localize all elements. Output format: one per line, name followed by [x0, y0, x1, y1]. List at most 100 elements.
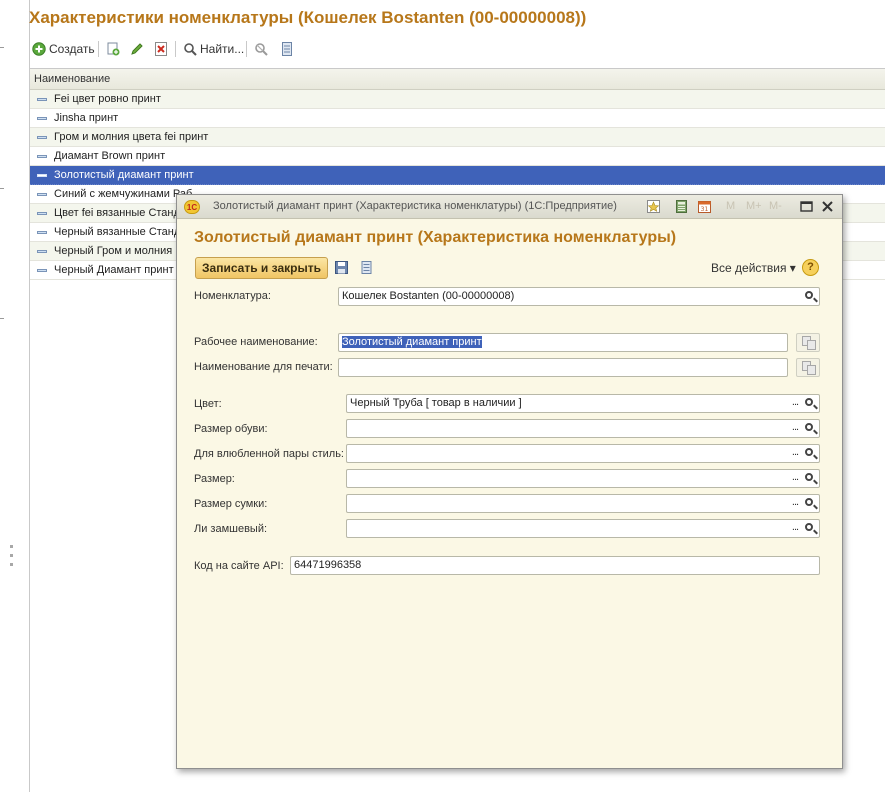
- item-dash-icon: [37, 269, 47, 272]
- nomenclature-value: Кошелек Bostanten (00-00000008): [342, 290, 515, 302]
- item-dash-icon: [37, 155, 47, 158]
- nomenclature-field[interactable]: Кошелек Bostanten (00-00000008): [338, 287, 820, 306]
- plus-circle-icon: [32, 42, 46, 56]
- couple-style-field[interactable]: ...: [346, 444, 820, 463]
- add-copy-icon: [106, 42, 120, 56]
- choose-dots-button[interactable]: ...: [787, 471, 803, 487]
- item-dash-icon: [37, 212, 47, 215]
- column-header-name[interactable]: Наименование: [30, 69, 885, 90]
- delete-x-icon: [154, 42, 168, 56]
- item-dash-icon: [37, 231, 47, 234]
- cancel-search-button[interactable]: [254, 39, 268, 59]
- edit-button[interactable]: [130, 39, 144, 59]
- app-logo-icon: 1С: [184, 200, 200, 214]
- dialog-titlebar[interactable]: 1С Золотистый диамант принт (Характерист…: [177, 195, 842, 219]
- suede-field[interactable]: ...: [346, 519, 820, 538]
- dialog-heading: Золотистый диамант принт (Характеристика…: [194, 229, 677, 246]
- item-dash-icon: [37, 250, 47, 253]
- toolbar-divider: [246, 41, 247, 57]
- shoe-size-field[interactable]: ...: [346, 419, 820, 438]
- delete-button[interactable]: [154, 39, 168, 59]
- strip-marker: [0, 318, 4, 319]
- suede-label: Ли замшевый:: [194, 523, 268, 535]
- memory-m-button[interactable]: M: [726, 200, 740, 213]
- list-settings-button[interactable]: [280, 39, 294, 59]
- shoe-size-label: Размер обуви:: [194, 423, 268, 435]
- find-label: Найти...: [200, 42, 245, 56]
- list-icon: [280, 42, 294, 56]
- choose-dots-button[interactable]: ...: [787, 496, 803, 512]
- row-label: Fei цвет ровно принт: [54, 93, 161, 105]
- find-button[interactable]: Найти...: [183, 39, 244, 59]
- search-icon[interactable]: [803, 446, 819, 462]
- all-actions-menu[interactable]: Все действия ▾: [711, 261, 796, 275]
- row-label: Диамант Brown принт: [54, 150, 166, 162]
- toolbar-divider: [175, 41, 176, 57]
- color-label: Цвет:: [194, 398, 222, 410]
- row-label: Черный Диамант принт: [54, 264, 174, 276]
- api-code-field[interactable]: 64471996358: [290, 556, 820, 575]
- bag-size-field[interactable]: ...: [346, 494, 820, 513]
- choose-dots-button[interactable]: ...: [787, 421, 803, 437]
- memory-minus-button[interactable]: M-: [769, 200, 789, 213]
- maximize-icon[interactable]: [800, 200, 813, 213]
- splitter-grip[interactable]: [10, 563, 13, 566]
- row-label: Черный вязанные Станд: [54, 226, 181, 238]
- choose-dots-button[interactable]: ...: [787, 396, 803, 412]
- search-icon[interactable]: [803, 471, 819, 487]
- search-icon: [183, 42, 197, 56]
- work-name-value: Золотистый диамант принт: [342, 336, 482, 348]
- copy-print-name-button[interactable]: [796, 358, 820, 377]
- list-row-selected[interactable]: Золотистый диамант принт: [30, 166, 885, 185]
- calculator-icon[interactable]: [675, 200, 688, 213]
- search-icon[interactable]: [803, 396, 819, 412]
- search-icon[interactable]: [803, 289, 819, 305]
- memory-plus-button[interactable]: M+: [746, 200, 766, 213]
- cancel-search-icon: [254, 42, 268, 56]
- characteristic-dialog: 1С Золотистый диамант принт (Характерист…: [176, 194, 843, 769]
- list-icon[interactable]: [360, 261, 373, 274]
- calendar-icon[interactable]: 31: [698, 200, 711, 213]
- copy-item-button[interactable]: [106, 39, 120, 59]
- search-icon[interactable]: [803, 496, 819, 512]
- left-panel-strip: [0, 0, 30, 792]
- strip-marker: [0, 47, 4, 48]
- list-row[interactable]: Jinsha принт: [30, 109, 885, 128]
- search-icon[interactable]: [803, 421, 819, 437]
- choose-dots-button[interactable]: ...: [787, 446, 803, 462]
- page-title: Характеристики номенклатуры (Кошелек Bos…: [29, 8, 587, 27]
- row-label: Jinsha принт: [54, 112, 119, 124]
- create-button[interactable]: Создать: [32, 39, 95, 59]
- create-label: Создать: [49, 42, 95, 56]
- splitter-grip[interactable]: [10, 554, 13, 557]
- strip-marker: [0, 188, 4, 189]
- save-and-close-button[interactable]: Записать и закрыть: [195, 257, 328, 279]
- help-button[interactable]: ?: [802, 259, 819, 276]
- couple-style-label: Для влюбленной пары стиль:: [194, 448, 344, 460]
- row-label: Цвет fei вязанные Станд: [54, 207, 180, 219]
- choose-dots-button[interactable]: ...: [787, 521, 803, 537]
- main-toolbar: Создать Найти...: [30, 38, 885, 60]
- color-value: Черный Труба [ товар в наличии ]: [350, 397, 522, 409]
- list-row[interactable]: Диамант Brown принт: [30, 147, 885, 166]
- svg-text:31: 31: [701, 206, 709, 213]
- bag-size-label: Размер сумки:: [194, 498, 268, 510]
- size-field[interactable]: ...: [346, 469, 820, 488]
- item-dash-icon: [37, 193, 47, 196]
- search-icon[interactable]: [803, 521, 819, 537]
- splitter-grip[interactable]: [10, 545, 13, 548]
- color-field[interactable]: Черный Труба [ товар в наличии ] ...: [346, 394, 820, 413]
- print-name-field[interactable]: [338, 358, 788, 377]
- api-code-label: Код на сайте API:: [194, 560, 284, 572]
- list-row[interactable]: Fei цвет ровно принт: [30, 90, 885, 109]
- work-name-field[interactable]: Золотистый диамант принт: [338, 333, 788, 352]
- copy-name-button[interactable]: [796, 333, 820, 352]
- save-icon[interactable]: [335, 261, 348, 274]
- bookmark-icon[interactable]: [647, 200, 660, 213]
- item-dash-icon: [37, 117, 47, 120]
- print-name-label: Наименование для печати:: [194, 361, 333, 373]
- close-icon[interactable]: [821, 200, 834, 213]
- item-dash-icon: [37, 174, 47, 177]
- row-label: Синий с жемчужинами Раб: [54, 188, 193, 200]
- list-row[interactable]: Гром и молния цвета fei принт: [30, 128, 885, 147]
